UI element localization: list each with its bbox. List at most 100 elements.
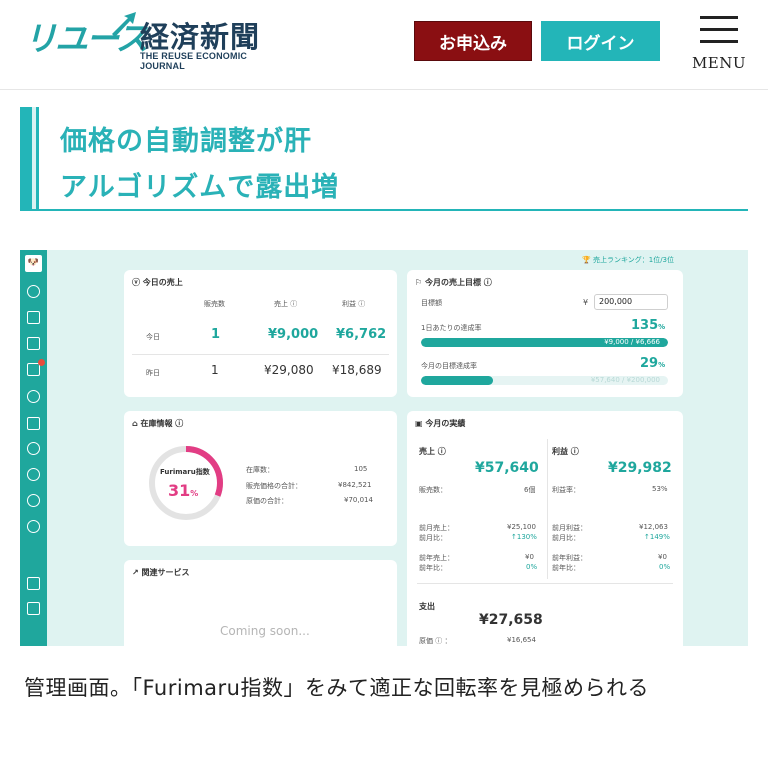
currency-symbol: ¥ xyxy=(583,298,589,307)
prev-month-profit-label: 前月利益： xyxy=(552,524,587,532)
results-column-divider xyxy=(547,439,548,579)
related-services-title-text: 関連サービス xyxy=(141,568,190,577)
prev-year-profit-ratio-value: 0% xyxy=(659,563,671,571)
article-headline: 価格の自動調整が肝 アルゴリズムで露出増 xyxy=(20,107,748,211)
login-button[interactable]: ログイン xyxy=(541,21,660,61)
help-icon xyxy=(27,520,40,533)
stock-count-value: 105 xyxy=(354,465,368,473)
target-label: 目標額 xyxy=(421,299,442,307)
prev-year-sales-label: 前年売上： xyxy=(419,554,454,562)
user-icon xyxy=(27,468,40,481)
monthly-rate-unit: % xyxy=(658,361,666,369)
yen-icon xyxy=(27,390,40,403)
headline-line-2: アルゴリズムで露出増 xyxy=(60,172,340,203)
menu-button[interactable]: MENU xyxy=(690,12,750,78)
prev-month-profit-ratio-value: ↑149% xyxy=(644,533,670,541)
furimaru-index-unit: % xyxy=(190,489,199,498)
yesterday-count: 1 xyxy=(211,363,219,377)
menu-label: MENU xyxy=(691,54,747,72)
prev-year-ratio-label: 前年比： xyxy=(419,564,447,572)
monthly-results-title: ▣ 今月の実績 xyxy=(415,419,466,428)
sales-ranking-text: 売上ランキング：1位/3位 xyxy=(592,256,675,264)
expense-value: ¥27,658 xyxy=(479,612,543,628)
notification-badge xyxy=(38,359,45,366)
cost-total-label: 原価の合計： xyxy=(246,497,288,505)
expense-label: 支出 xyxy=(419,602,435,611)
daily-rate-unit: % xyxy=(658,323,666,331)
site-header: リユース 経済新聞 THE REUSE ECONOMIC JOURNAL お申込… xyxy=(0,0,768,90)
col-profit-header-text: 利益 xyxy=(342,300,356,308)
results-count-label: 販売数： xyxy=(419,486,447,494)
prev-month-sales-label: 前月売上： xyxy=(419,524,454,532)
dashboard-screenshot: 🐶 🏆 売上ランキング：1位/3位 ⓥ 今日の売上 販売数 売上 ⓘ 利益 ⓘ … xyxy=(20,250,748,646)
profit-rate-label: 利益率： xyxy=(552,486,580,494)
document-icon xyxy=(27,577,40,590)
logo-kanji: 経済新聞 xyxy=(140,20,261,54)
price-total-value: ¥842,521 xyxy=(338,481,372,489)
bell-icon xyxy=(27,494,40,507)
monthly-rate-label: 今月の目標達成率 xyxy=(421,362,477,370)
col-sales-header: 売上 ⓘ xyxy=(274,300,298,308)
yesterday-row-label: 昨日 xyxy=(146,369,160,377)
results-sales-label: 売上 ⓘ xyxy=(419,447,446,456)
prev-year-profit-ratio-label: 前年比： xyxy=(552,564,580,572)
prev-month-sales-value: ¥25,100 xyxy=(507,523,536,531)
home-icon xyxy=(27,311,40,324)
col-profit-header: 利益 ⓘ xyxy=(342,300,366,308)
yesterday-profit: ¥18,689 xyxy=(332,363,382,377)
prev-year-sales-value: ¥0 xyxy=(525,553,534,561)
target-amount-input[interactable]: 200,000 xyxy=(594,294,668,310)
today-profit: ¥6,762 xyxy=(336,327,387,342)
sales-ranking: 🏆 売上ランキング：1位/3位 xyxy=(582,256,675,264)
monthly-rate-number: 29 xyxy=(640,356,659,371)
prev-month-ratio-label: 前月比： xyxy=(419,534,447,542)
logo-subtitle: THE REUSE ECONOMIC JOURNAL xyxy=(140,51,248,71)
monthly-progress-fill xyxy=(421,376,493,385)
results-row-divider xyxy=(417,583,673,584)
today-sales-card: ⓥ 今日の売上 販売数 売上 ⓘ 利益 ⓘ 今日 1 ¥9,000 ¥6,762… xyxy=(124,270,397,397)
monthly-rate-value: 29% xyxy=(640,356,665,371)
furimaru-index-number: 31 xyxy=(168,481,191,500)
inventory-title-text: 在庫情報 xyxy=(140,419,173,428)
prev-year-profit-value: ¥0 xyxy=(658,553,667,561)
results-count-value: 6個 xyxy=(524,486,536,494)
cost-total-value: ¥70,014 xyxy=(344,496,373,504)
price-total-label: 販売価格の合計： xyxy=(246,482,302,490)
today-count: 1 xyxy=(211,327,221,342)
monthly-goal-card: ⚐ 今月の売上目標 ⓘ 目標額 ¥ 200,000 1日あたりの達成率 135%… xyxy=(407,270,683,397)
daily-progress-text: ¥9,000 / ¥6,666 xyxy=(604,338,660,346)
apply-button[interactable]: お申込み xyxy=(414,21,532,61)
daily-rate-value: 135% xyxy=(631,318,665,333)
today-sales: ¥9,000 xyxy=(268,327,319,342)
camera-icon xyxy=(27,337,40,350)
lock-icon xyxy=(27,602,40,615)
prev-year-profit-label: 前年利益： xyxy=(552,554,587,562)
monthly-progress-bar: ¥57,640 / ¥200,000 xyxy=(421,376,668,385)
daily-rate-number: 135 xyxy=(631,318,659,333)
monthly-results-card: ▣ 今月の実績 売上 ⓘ ¥57,640 販売数： 6個 前月売上： ¥25,1… xyxy=(407,411,683,646)
headline-accent-bar xyxy=(20,107,39,209)
site-logo[interactable]: リユース 経済新聞 THE REUSE ECONOMIC JOURNAL xyxy=(24,12,284,71)
profit-rate-value: 53% xyxy=(652,485,668,493)
col-sales-header-text: 売上 xyxy=(274,300,288,308)
today-sales-title-text: 今日の売上 xyxy=(142,278,183,287)
monthly-goal-title: ⚐ 今月の売上目標 ⓘ xyxy=(415,278,492,287)
prev-month-profit-ratio-label: 前月比： xyxy=(552,534,580,542)
prev-month-ratio-value: ↑130% xyxy=(511,533,537,541)
cost-value: ¥16,654 xyxy=(507,636,536,644)
related-services-title[interactable]: ↗ 関連サービス xyxy=(132,567,190,578)
results-profit-label-text: 利益 xyxy=(552,447,568,456)
prev-year-ratio-value: 0% xyxy=(526,563,538,571)
monthly-goal-title-text: 今月の売上目標 xyxy=(424,278,481,287)
cost-label: 原価 ⓘ ： xyxy=(419,637,452,645)
results-profit-value: ¥29,982 xyxy=(608,460,672,476)
related-services-card: ↗ 関連サービス Coming soon... xyxy=(124,560,397,646)
image-caption: 管理画面。「Furimaru指数」をみて適正な回転率を見極められる xyxy=(24,676,649,700)
monthly-progress-text: ¥57,640 / ¥200,000 xyxy=(590,376,660,384)
prev-month-profit-value: ¥12,063 xyxy=(639,523,668,531)
yesterday-sales: ¥29,080 xyxy=(264,363,314,377)
results-profit-label: 利益 ⓘ xyxy=(552,447,579,456)
coming-soon-text: Coming soon... xyxy=(220,624,310,638)
results-sales-value: ¥57,640 xyxy=(475,460,539,476)
daily-progress-bar: ¥9,000 / ¥6,666 xyxy=(421,338,668,347)
